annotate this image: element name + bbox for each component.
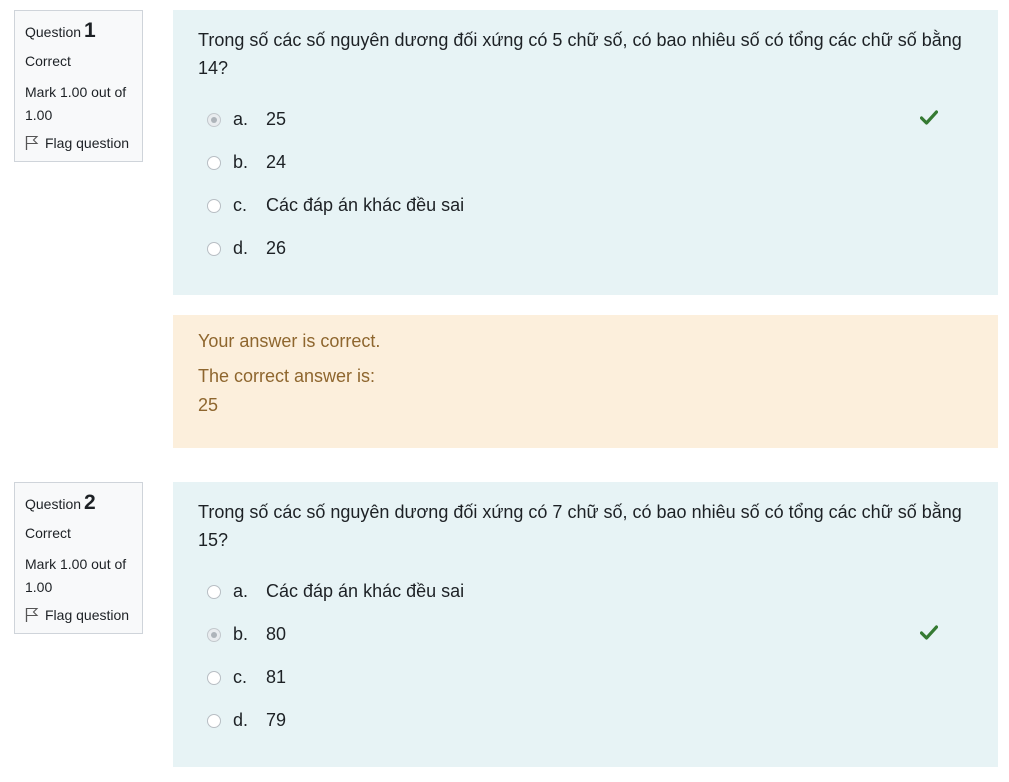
question-content-2: Trong số các số nguyên dương đối xứng có…	[173, 482, 998, 767]
feedback-status: Your answer is correct.	[198, 331, 381, 351]
question-heading: Question 2	[25, 491, 132, 515]
correct-answer-label: The correct answer is:	[198, 366, 376, 386]
answer-letter: b.	[233, 152, 249, 172]
question-grade: Mark 1.00 out of 1.00	[25, 84, 127, 123]
feedback-panel-1: Your answer is correct. The correct answ…	[173, 315, 998, 448]
radio-button-checked[interactable]	[207, 627, 221, 642]
flag-outline-icon	[25, 607, 39, 622]
answer-text: 81	[266, 667, 287, 687]
answer-option-c[interactable]: c. 81	[198, 656, 973, 699]
answer-option-a[interactable]: a. Các đáp án khác đều sai	[198, 570, 973, 613]
question-number: 2	[84, 491, 96, 514]
question-info-1: Question 1 Correct Mark 1.00 out of 1.00 …	[14, 10, 143, 162]
flag-question-button[interactable]: Flag question	[25, 607, 132, 623]
flag-outline-icon	[25, 135, 39, 150]
question-number: 1	[84, 19, 96, 42]
radio-button-checked[interactable]	[207, 112, 221, 127]
answer-option-b[interactable]: b. 80	[198, 613, 973, 656]
radio-button[interactable]	[207, 241, 221, 256]
radio-button[interactable]	[207, 198, 221, 213]
answer-option-b[interactable]: b. 24	[198, 141, 973, 184]
answer-option-c[interactable]: c. Các đáp án khác đều sai	[198, 184, 973, 227]
answer-letter: a.	[233, 581, 249, 601]
radio-button[interactable]	[207, 713, 221, 728]
flag-question-label: Flag question	[45, 607, 130, 623]
answer-text: 80	[266, 624, 287, 644]
answer-option-a[interactable]: a. 25	[198, 98, 973, 141]
radio-button[interactable]	[207, 584, 221, 599]
radio-button[interactable]	[207, 670, 221, 685]
radio-button[interactable]	[207, 155, 221, 170]
question-content-1: Trong số các số nguyên dương đối xứng có…	[173, 10, 998, 295]
answer-letter: d.	[233, 238, 249, 258]
flag-question-label: Flag question	[45, 135, 130, 151]
check-mark-icon	[920, 110, 938, 125]
answer-letter: c.	[233, 195, 248, 215]
flag-question-button[interactable]: Flag question	[25, 135, 132, 151]
answer-text: Các đáp án khác đều sai	[266, 581, 465, 601]
question-state: Correct	[25, 53, 71, 69]
answer-text: 25	[266, 109, 287, 129]
question-text: Trong số các số nguyên dương đối xứng có…	[198, 502, 962, 550]
question-info-2: Question 2 Correct Mark 1.00 out of 1.00 …	[14, 482, 143, 634]
answer-list: a. Các đáp án khác đều sai b. 80 c. 81 d…	[198, 570, 973, 742]
question-heading: Question 1	[25, 19, 132, 43]
answer-option-d[interactable]: d. 26	[198, 227, 973, 270]
answer-text: Các đáp án khác đều sai	[266, 195, 465, 215]
answer-letter: a.	[233, 109, 249, 129]
question-text: Trong số các số nguyên dương đối xứng có…	[198, 30, 962, 78]
answer-list: a. 25 b. 24 c. Các đáp án khác đều sai d…	[198, 98, 973, 270]
check-mark-icon	[920, 625, 938, 640]
answer-text: 24	[266, 152, 287, 172]
question-label: Question	[25, 496, 82, 512]
answer-letter: d.	[233, 710, 249, 730]
answer-text: 79	[266, 710, 287, 730]
question-state: Correct	[25, 525, 71, 541]
answer-letter: b.	[233, 624, 249, 644]
correct-answer-value: 25	[198, 395, 219, 415]
question-grade: Mark 1.00 out of 1.00	[25, 556, 127, 595]
question-label: Question	[25, 24, 82, 40]
answer-option-d[interactable]: d. 79	[198, 699, 973, 742]
answer-letter: c.	[233, 667, 248, 687]
answer-text: 26	[266, 238, 287, 258]
